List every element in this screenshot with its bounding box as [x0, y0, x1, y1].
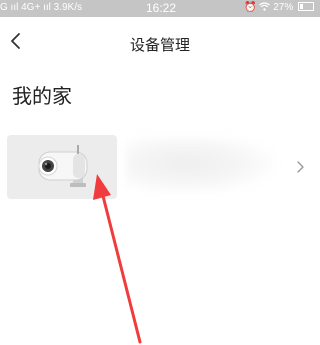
status-right: ⏰ 27%: [244, 2, 314, 13]
battery-percent: 27%: [273, 2, 294, 13]
home-title: 我的家: [12, 84, 72, 108]
chevron-right-icon[interactable]: [293, 160, 307, 174]
signal-info: G ııl 4G+ ııl 3.9K/s: [0, 2, 82, 13]
status-time: 16:22: [146, 1, 177, 15]
wifi-icon: [259, 2, 273, 13]
nav-bar: 设备管理: [0, 17, 320, 67]
device-name-obscured: [126, 138, 276, 194]
page-title: 设备管理: [129, 36, 190, 54]
security-camera-icon: [38, 145, 88, 187]
status-bar: G ııl 4G+ ııl 3.9K/s 16:22 ⏰ 27%: [0, 0, 320, 17]
alarm-icon: ⏰: [244, 2, 257, 13]
battery-icon: [298, 2, 314, 11]
device-thumbnail[interactable]: [7, 135, 117, 199]
arrow-shaft: [100, 190, 142, 344]
device-card[interactable]: [0, 128, 320, 206]
